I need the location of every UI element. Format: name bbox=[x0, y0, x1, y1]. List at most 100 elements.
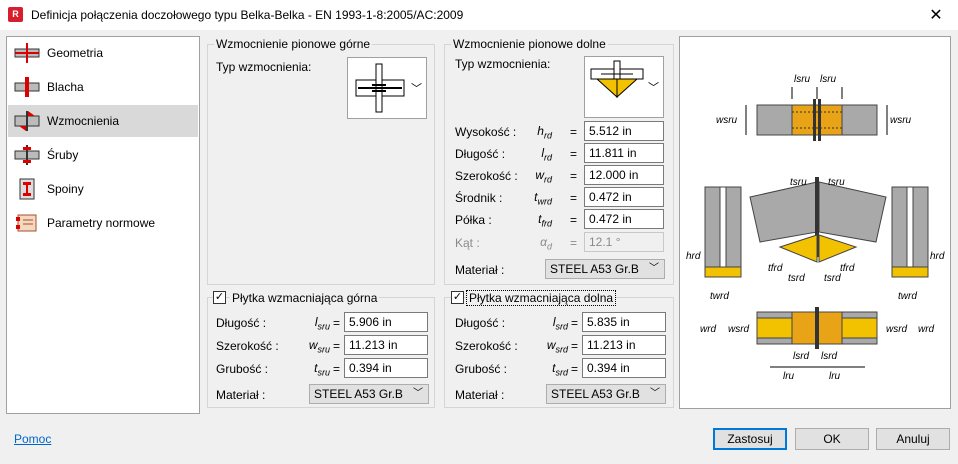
lower-plate-title: Płytka wzmacniająca dolna bbox=[465, 290, 617, 306]
nav-label: Wzmocnienia bbox=[47, 114, 120, 128]
upper-plate-thickness-input[interactable]: 0.394 in bbox=[344, 358, 428, 378]
equals-sign: = bbox=[333, 362, 341, 376]
cancel-button[interactable]: Anuluj bbox=[876, 428, 950, 450]
equals-sign: = bbox=[570, 191, 578, 205]
nav-item-sruby[interactable]: Śruby bbox=[8, 139, 198, 171]
tsrd-label-right: tsrd bbox=[824, 273, 841, 284]
nav-label: Parametry normowe bbox=[47, 216, 156, 230]
upper-plate-width-input[interactable]: 11.213 in bbox=[344, 335, 428, 355]
equals-sign: = bbox=[570, 236, 578, 250]
select-value: STEEL A53 Gr.B bbox=[551, 387, 640, 401]
plate-icon bbox=[14, 77, 40, 97]
equals-sign: = bbox=[570, 213, 578, 227]
lru-label-left: lru bbox=[783, 371, 795, 382]
length-symbol: lrd bbox=[541, 146, 552, 163]
upper-plate-width-symbol: wsru bbox=[308, 338, 330, 355]
hrd-label-left: hrd bbox=[686, 251, 701, 262]
width-label: Szerokość : bbox=[455, 169, 518, 183]
upper-plate-length-symbol: lsru bbox=[314, 315, 330, 332]
lower-plate-length-symbol: lsrd bbox=[552, 315, 568, 332]
lower-plate-material-select[interactable]: STEEL A53 Gr.B ﹀ bbox=[546, 384, 666, 404]
equals-sign: = bbox=[333, 316, 341, 330]
equals-sign: = bbox=[571, 362, 579, 376]
lower-material-select[interactable]: STEEL A53 Gr.B ﹀ bbox=[545, 259, 665, 279]
nav-label: Spoiny bbox=[47, 182, 84, 196]
lower-plate-length-input[interactable]: 5.835 in bbox=[582, 312, 666, 332]
lru-label-right: lru bbox=[829, 371, 841, 382]
tfrd-label-right: tfrd bbox=[840, 263, 855, 274]
lower-plate-length-label: Długość : bbox=[455, 316, 506, 330]
bolt-icon bbox=[14, 145, 40, 165]
nav-label: Śruby bbox=[47, 148, 79, 162]
wsru-label-right: wsru bbox=[890, 115, 912, 126]
upper-stiffener-type-picker[interactable]: ﹀ bbox=[347, 57, 427, 119]
chevron-down-icon: ﹀ bbox=[649, 263, 659, 274]
lower-plate-width-label: Szerokość : bbox=[455, 339, 518, 353]
group-title: Wzmocnienie pionowe dolne bbox=[451, 37, 608, 51]
weld-icon bbox=[19, 178, 35, 200]
stiffener-type-none-icon bbox=[355, 63, 405, 113]
upper-plate-length-input[interactable]: 5.906 in bbox=[344, 312, 428, 332]
height-symbol: hrd bbox=[537, 124, 552, 141]
upper-plate-thickness-label: Grubość : bbox=[216, 362, 269, 376]
height-input[interactable]: 5.512 in bbox=[584, 121, 664, 141]
flange-label: Półka : bbox=[455, 213, 492, 227]
angle-symbol: αd bbox=[540, 235, 552, 252]
code-parameters-icon bbox=[16, 214, 37, 232]
length-input[interactable]: 11.811 in bbox=[584, 143, 664, 163]
nav-item-parametry-normowe[interactable]: Parametry normowe bbox=[8, 207, 198, 239]
web-label: Środnik : bbox=[455, 191, 503, 205]
tsru-label-left: tsru bbox=[790, 177, 807, 188]
hrd-label-right: hrd bbox=[930, 251, 945, 262]
nav-label: Geometria bbox=[47, 46, 104, 60]
lower-plate-width-input[interactable]: 11.213 in bbox=[582, 335, 666, 355]
ok-button[interactable]: OK bbox=[795, 428, 869, 450]
flange-thickness-input[interactable]: 0.472 in bbox=[584, 209, 664, 229]
wrd-label-left: wrd bbox=[700, 324, 717, 335]
chevron-down-icon: ﹀ bbox=[411, 83, 422, 95]
lower-plate-material-label: Materiał : bbox=[455, 388, 505, 402]
wsrd-label-left: wsrd bbox=[728, 324, 750, 335]
equals-sign: = bbox=[333, 339, 341, 353]
close-button[interactable]: ✕ bbox=[914, 0, 958, 30]
upper-plate-checkbox[interactable]: ✓ bbox=[213, 291, 226, 304]
group-title: Wzmocnienie pionowe górne bbox=[214, 37, 373, 51]
length-label: Długość : bbox=[455, 147, 506, 161]
beam-geometry-icon bbox=[14, 43, 40, 63]
right-section-view: hrd twrd bbox=[891, 186, 945, 302]
lower-plate-checkbox[interactable]: ✓ bbox=[451, 291, 464, 304]
center-elevation-view: tsru tsru tfrd tfrd tsrd tsrd bbox=[749, 177, 887, 284]
stiffener-icon bbox=[14, 111, 40, 131]
title-bar: R Definicja połączenia doczołowego typu … bbox=[0, 0, 958, 30]
upper-plate-width-label: Szerokość : bbox=[216, 339, 279, 353]
equals-sign: = bbox=[570, 147, 578, 161]
help-link[interactable]: Pomoc bbox=[14, 432, 51, 446]
upper-plate-length-label: Długość : bbox=[216, 316, 267, 330]
lsru-label-2: lsru bbox=[820, 74, 837, 85]
wrd-label-right: wrd bbox=[918, 324, 935, 335]
tsrd-label-left: tsrd bbox=[788, 273, 805, 284]
nav-item-blacha[interactable]: Blacha bbox=[8, 71, 198, 103]
lower-stiffener-type-picker[interactable]: ﹀ bbox=[584, 56, 664, 118]
chevron-down-icon: ﹀ bbox=[650, 388, 660, 399]
apply-button[interactable]: Zastosuj bbox=[713, 428, 787, 450]
lower-plate-thickness-symbol: tsrd bbox=[552, 361, 568, 378]
nav-item-geometria[interactable]: Geometria bbox=[8, 37, 198, 69]
equals-sign: = bbox=[570, 125, 578, 139]
equals-sign: = bbox=[571, 339, 579, 353]
equals-sign: = bbox=[571, 316, 579, 330]
lower-plate-thickness-input[interactable]: 0.394 in bbox=[582, 358, 666, 378]
nav-item-wzmocnienia[interactable]: Wzmocnienia bbox=[8, 105, 198, 137]
wsrd-label-right: wsrd bbox=[886, 324, 908, 335]
width-input[interactable]: 12.000 in bbox=[584, 165, 664, 185]
width-symbol: wrd bbox=[535, 168, 552, 185]
chevron-down-icon: ﹀ bbox=[413, 388, 423, 399]
web-thickness-input[interactable]: 0.472 in bbox=[584, 187, 664, 207]
lower-plate-thickness-label: Grubość : bbox=[455, 362, 508, 376]
app-logo-icon: R bbox=[8, 7, 23, 22]
upper-plate-material-select[interactable]: STEEL A53 Gr.B ﹀ bbox=[309, 384, 429, 404]
upper-plate-thickness-symbol: tsru bbox=[314, 361, 330, 378]
upper-plate-title: Płytka wzmacniająca górna bbox=[230, 291, 380, 305]
nav-item-spoiny[interactable]: Spoiny bbox=[8, 173, 198, 205]
wsru-label-left: wsru bbox=[716, 115, 738, 126]
